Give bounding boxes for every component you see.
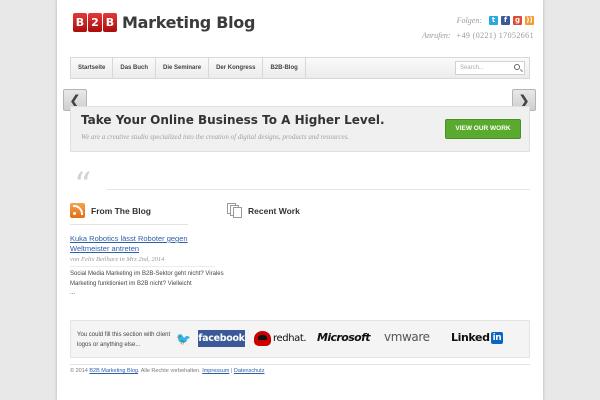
main-nav: Startseite Das Buch Die Seminare Der Kon… [70, 57, 530, 79]
google-plus-icon[interactable]: g [513, 16, 522, 25]
callout-subtitle: We are a creative studio specialized int… [81, 133, 350, 141]
twitter-icon[interactable]: t [489, 16, 498, 25]
callout-title: Take Your Online Business To A Higher Le… [81, 113, 385, 127]
recent-work-title: Recent Work [248, 205, 300, 216]
logo-cube: B [103, 13, 117, 32]
post-more: ... [70, 290, 76, 296]
redhat-logo[interactable]: redhat. [254, 331, 307, 346]
call-label: Anrufen: [422, 31, 451, 40]
search-placeholder: Search... [460, 65, 485, 71]
footer: © 2014 B2B Marketing Blog. Alle Rechte v… [70, 368, 264, 374]
post-title-link[interactable]: Kuka Robotics lässt Roboter gegen Weltme… [70, 234, 220, 254]
pages-icon [227, 203, 242, 218]
footer-divider [70, 364, 530, 365]
post-meta: von Felix Beilharz in Mrz 2nd, 2014 [70, 256, 165, 263]
footer-datenschutz-link[interactable]: Datenschutz [234, 368, 265, 374]
linkedin-logo[interactable]: Linked in [451, 331, 504, 344]
follow-links: Folgen: t f g )) [457, 16, 534, 25]
recent-work-heading: Recent Work [227, 203, 300, 218]
quote-icon: “ [74, 165, 92, 205]
facebook-icon[interactable]: f [501, 16, 510, 25]
post-excerpt: Social Media Marketing im B2B-Sektor geh… [70, 271, 224, 287]
blog-heading: From The Blog [70, 203, 151, 218]
page-container: B 2 B Marketing Blog Folgen: t f g )) An… [57, 0, 543, 400]
search-input[interactable]: Search... [455, 61, 525, 75]
follow-label: Folgen: [456, 16, 482, 25]
redhat-hat-icon [254, 331, 271, 346]
site-logo[interactable]: B 2 B Marketing Blog [73, 13, 255, 32]
rss-icon[interactable]: )) [525, 16, 534, 25]
call-info: Anrufen: +49 (0221) 17052661 [422, 31, 534, 40]
clients-text: You could fill this section with client … [77, 332, 171, 348]
vmware-logo[interactable]: vmware [384, 330, 430, 344]
footer-copyright: © 2014 [70, 368, 88, 374]
nav-item-die-seminare[interactable]: Die Seminare [156, 58, 210, 78]
section-divider [107, 189, 530, 190]
post-meta-divider [70, 266, 215, 267]
phone-number: +49 (0221) 17052661 [456, 31, 534, 40]
logo-badge: B 2 B [73, 13, 117, 32]
clients-strip: You could fill this section with client … [70, 320, 530, 358]
logo-cube: 2 [88, 13, 102, 32]
footer-rights: . Alle Rechte vorbehalten. [137, 368, 201, 374]
nav-item-der-kongress[interactable]: Der Kongress [209, 58, 264, 78]
footer-impressum-link[interactable]: Impressum [202, 368, 229, 374]
callout-banner: Take Your Online Business To A Higher Le… [70, 106, 530, 152]
nav-item-startseite[interactable]: Startseite [71, 58, 114, 78]
footer-site-link[interactable]: B2B Marketing Blog [89, 368, 138, 374]
redhat-text: redhat. [273, 333, 307, 344]
twitter-icon[interactable]: 🐦 [176, 332, 191, 346]
linkedin-text: Linked [451, 331, 490, 344]
logo-cube: B [73, 13, 87, 32]
view-our-work-button[interactable]: VIEW OUR WORK [445, 119, 521, 139]
blog-title: From The Blog [91, 205, 151, 216]
microsoft-logo[interactable]: Microsoft [317, 331, 371, 344]
facebook-logo[interactable]: facebook [198, 330, 245, 347]
logo-text: Marketing Blog [122, 13, 256, 32]
rss-icon [70, 203, 85, 218]
blog-heading-underline [70, 224, 188, 225]
search-icon[interactable] [514, 64, 520, 70]
linkedin-box: in [490, 331, 504, 344]
nav-item-das-buch[interactable]: Das Buch [113, 58, 157, 78]
nav-item-b2b-blog[interactable]: B2B-Blog [263, 58, 306, 78]
